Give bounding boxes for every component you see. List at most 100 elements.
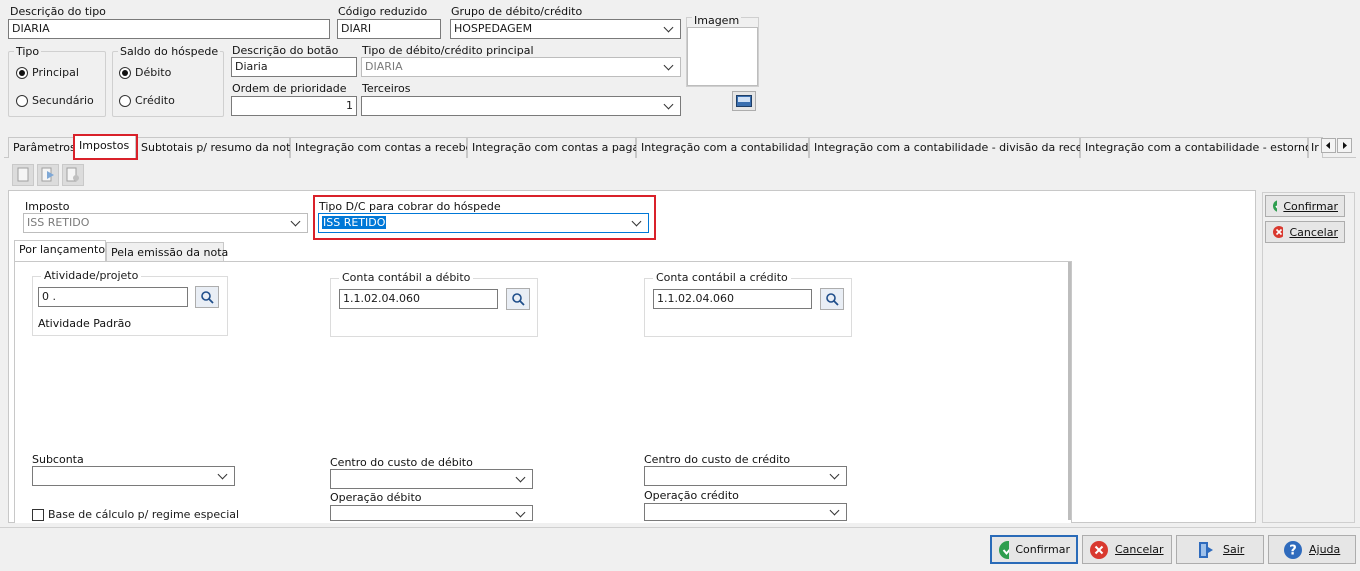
subtab-emissao-nota[interactable]: Pela emissão da nota <box>106 242 228 263</box>
tab-scroll-right-button[interactable] <box>1337 138 1352 153</box>
tipo-principal-label: Principal <box>32 66 79 79</box>
grupo-select-value: HOSPEDAGEM <box>454 22 533 35</box>
saldo-credito-label: Crédito <box>135 94 175 107</box>
atividade-desc: Atividade Padrão <box>38 317 132 330</box>
terceiros-label: Terceiros <box>362 82 411 95</box>
centro-debito-label: Centro do custo de débito <box>330 456 473 469</box>
chevron-down-icon <box>289 215 303 231</box>
descricao-botao-field[interactable]: Diaria <box>231 57 357 77</box>
imagem-preview[interactable] <box>687 27 758 86</box>
new-document-icon <box>17 167 29 182</box>
check-circle-icon <box>1273 200 1278 212</box>
grupo-select[interactable]: HOSPEDAGEM <box>450 19 681 39</box>
footer-cancelar-label: Cancelar <box>1115 543 1164 556</box>
codigo-reduzido-label: Código reduzido <box>338 5 428 18</box>
delete-record-button[interactable] <box>62 164 84 186</box>
tipo-label: Tipo <box>14 45 42 58</box>
side-confirmar-button[interactable]: Confirmar <box>1265 195 1345 217</box>
footer-cancelar-button[interactable]: Cancelar <box>1082 535 1172 564</box>
atividade-field[interactable]: 0 . <box>38 287 188 307</box>
cancel-circle-icon <box>1090 540 1108 559</box>
tab-scroll-left-button[interactable] <box>1321 138 1336 153</box>
codigo-reduzido-field[interactable]: DIARI <box>337 19 441 39</box>
footer-confirmar-label: Confirmar <box>1015 543 1070 556</box>
chevron-down-icon <box>828 504 842 520</box>
conta-debito-label: Conta contábil a débito <box>339 271 474 284</box>
conta-debito-search-button[interactable] <box>506 288 530 310</box>
ordem-field[interactable]: 1 <box>231 96 357 116</box>
tab-contabilidade[interactable]: Integração com a contabilidade <box>636 137 815 158</box>
saldo-debito-label: Débito <box>135 66 172 79</box>
tab-subtotais[interactable]: Subtotais p/ resumo da nota <box>136 137 297 158</box>
chevron-down-icon <box>514 506 528 520</box>
delete-document-icon <box>66 167 79 182</box>
chevron-down-icon <box>828 468 842 484</box>
main-tabs: Parâmetros Impostos Subtotais p/ resumo … <box>8 135 1323 159</box>
centro-credito-label: Centro do custo de crédito <box>644 453 791 466</box>
operacao-debito-select[interactable] <box>330 505 533 521</box>
base-calculo-checkbox[interactable]: Base de cálculo p/ regime especial <box>32 508 239 521</box>
search-icon <box>201 291 214 304</box>
descricao-botao-label: Descrição do botão <box>232 44 339 57</box>
tab-contas-pagar[interactable]: Integração com contas a pagar <box>467 137 644 158</box>
tab-parametros[interactable]: Parâmetros <box>8 137 76 158</box>
centro-debito-select[interactable] <box>330 469 533 489</box>
chevron-down-icon <box>662 21 676 37</box>
imposto-select[interactable]: ISS RETIDO <box>23 213 308 233</box>
record-toolbar <box>12 164 86 186</box>
chevron-down-icon <box>662 59 676 75</box>
checkbox-empty-icon <box>32 508 44 521</box>
new-record-button[interactable] <box>12 164 34 186</box>
saldo-credito-radio[interactable]: Crédito <box>119 94 175 107</box>
side-cancelar-label: Cancelar <box>1289 225 1338 239</box>
image-picker-button[interactable] <box>732 91 756 111</box>
imagem-label: Imagem <box>692 14 742 27</box>
tipo-principal-radio[interactable]: Principal <box>16 66 79 79</box>
footer-ajuda-button[interactable]: ? Ajuda <box>1268 535 1356 564</box>
edit-record-button[interactable] <box>37 164 59 186</box>
search-icon <box>826 293 839 306</box>
saldo-debito-radio[interactable]: Débito <box>119 66 171 79</box>
tipo-secundario-radio[interactable]: Secundário <box>16 94 94 107</box>
tipo-group <box>8 51 106 117</box>
footer-sair-label: Sair <box>1223 543 1245 556</box>
saldo-group <box>112 51 224 117</box>
centro-credito-select[interactable] <box>644 466 847 486</box>
side-cancelar-button[interactable]: Cancelar <box>1265 221 1345 243</box>
exit-door-icon <box>1199 541 1213 558</box>
impostos-tab-highlight <box>73 134 138 160</box>
atividade-search-button[interactable] <box>195 286 219 308</box>
caret-left-icon <box>1326 142 1330 149</box>
sub-tabs: Por lançamento Pela emissão da nota <box>14 240 228 263</box>
radio-selected-icon <box>119 66 131 79</box>
vertical-scrollbar[interactable] <box>1068 262 1071 520</box>
chevron-down-icon <box>514 471 528 487</box>
operacao-credito-label: Operação crédito <box>644 489 739 502</box>
check-circle-icon <box>999 540 1010 559</box>
tab-contas-receber[interactable]: Integração com contas a receber <box>290 137 477 158</box>
conta-credito-search-button[interactable] <box>820 288 844 310</box>
radio-empty-icon <box>16 94 28 107</box>
conta-debito-field[interactable]: 1.1.02.04.060 <box>339 289 498 309</box>
tipo-principal-select[interactable]: DIARIA <box>361 57 681 77</box>
tipo-principal-value: DIARIA <box>365 60 403 73</box>
operacao-credito-select[interactable] <box>644 503 847 521</box>
subtab-por-lancamento[interactable]: Por lançamento <box>14 240 106 261</box>
footer-confirmar-button[interactable]: Confirmar <box>990 535 1078 564</box>
cancel-circle-icon <box>1273 226 1284 238</box>
conta-credito-field[interactable]: 1.1.02.04.060 <box>653 289 812 309</box>
subconta-label: Subconta <box>32 453 84 466</box>
subconta-select[interactable] <box>32 466 235 486</box>
tipo-principal-label: Tipo de débito/crédito principal <box>362 44 534 57</box>
tab-contabilidade-estorno[interactable]: Integração com a contabilidade - estorno <box>1080 137 1312 158</box>
footer-sair-button[interactable]: Sair <box>1176 535 1264 564</box>
tipo-secundario-label: Secundário <box>32 94 94 107</box>
terceiros-select[interactable] <box>361 96 681 116</box>
chevron-down-icon <box>216 468 230 484</box>
descricao-tipo-field[interactable]: DIARIA <box>8 19 330 39</box>
base-calculo-label: Base de cálculo p/ regime especial <box>48 508 240 521</box>
footer-ajuda-label: Ajuda <box>1309 543 1341 556</box>
tab-contabilidade-divisao[interactable]: Integração com a contabilidade - divisão… <box>809 137 1097 158</box>
chevron-down-icon <box>662 98 676 114</box>
search-icon <box>512 293 525 306</box>
